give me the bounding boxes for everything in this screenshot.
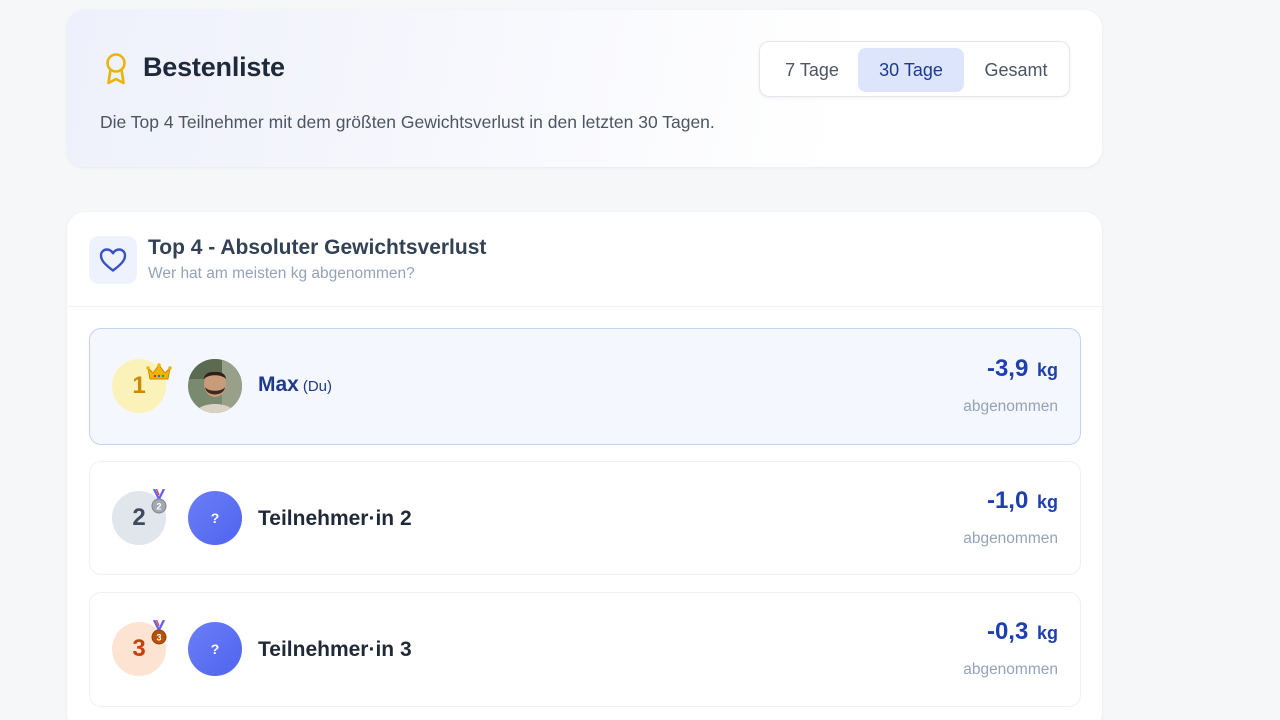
tab-30-days[interactable]: 30 Tage <box>858 48 964 92</box>
avatar-placeholder: ? <box>188 622 242 676</box>
participant-name: Teilnehmer·in 2 <box>258 507 412 530</box>
ranking-row-1[interactable]: 1 Max (Du) -3,9 kg abgenommen <box>89 328 1081 445</box>
avatar-placeholder: ? <box>188 491 242 545</box>
weight-loss-number: -3,9 <box>986 355 1029 382</box>
weight-loss-value: -1,0 kg <box>987 487 1058 515</box>
weight-loss-value: -0,3 kg <box>987 618 1058 646</box>
ranking-subtitle: Wer hat am meisten kg abgenommen? <box>148 265 415 282</box>
ranking-row-2[interactable]: 2 2 ? Teilnehmer·in 2 -1,0 kg abgenommen <box>89 461 1081 575</box>
page-title: Bestenliste <box>143 52 285 82</box>
you-tag: (Du) <box>302 378 333 395</box>
participant-name-text: Max <box>258 373 299 396</box>
ranking-title: Top 4 - Absoluter Gewichtsverlust <box>148 236 487 259</box>
weight-loss-number: -0,3 <box>986 618 1029 645</box>
avatar-photo <box>188 359 242 413</box>
award-icon <box>106 53 126 85</box>
weight-loss-label: abgenommen <box>963 661 1058 678</box>
crown-icon <box>146 363 172 380</box>
weight-loss-unit: kg <box>1036 623 1058 643</box>
participant-name: Teilnehmer·in 3 <box>258 638 412 661</box>
ranking-card: Top 4 - Absoluter Gewichtsverlust Wer ha… <box>67 212 1102 720</box>
page-subtitle: Die Top 4 Teilnehmer mit dem größten Gew… <box>100 112 715 132</box>
svg-text:3: 3 <box>156 633 161 643</box>
weight-loss-label: abgenommen <box>963 530 1058 547</box>
heart-icon <box>99 248 127 272</box>
participant-name: Max (Du) <box>258 373 332 397</box>
weight-loss-label: abgenommen <box>963 398 1058 415</box>
weight-loss-unit: kg <box>1036 360 1058 380</box>
heart-icon-box <box>89 236 137 284</box>
silver-medal-icon: 2 <box>151 489 167 514</box>
tab-7-days[interactable]: 7 Tage <box>768 48 856 92</box>
weight-loss-unit: kg <box>1036 492 1058 512</box>
svg-text:2: 2 <box>156 502 161 512</box>
time-range-tabs: 7 Tage 30 Tage Gesamt <box>759 41 1070 97</box>
tab-overall[interactable]: Gesamt <box>966 48 1066 92</box>
divider <box>67 306 1102 307</box>
avatar <box>188 359 242 413</box>
weight-loss-value: -3,9 kg <box>987 355 1058 383</box>
ranking-row-3[interactable]: 3 3 ? Teilnehmer·in 3 -0,3 kg abgenommen <box>89 592 1081 707</box>
weight-loss-number: -1,0 <box>986 487 1029 514</box>
bronze-medal-icon: 3 <box>151 620 167 645</box>
